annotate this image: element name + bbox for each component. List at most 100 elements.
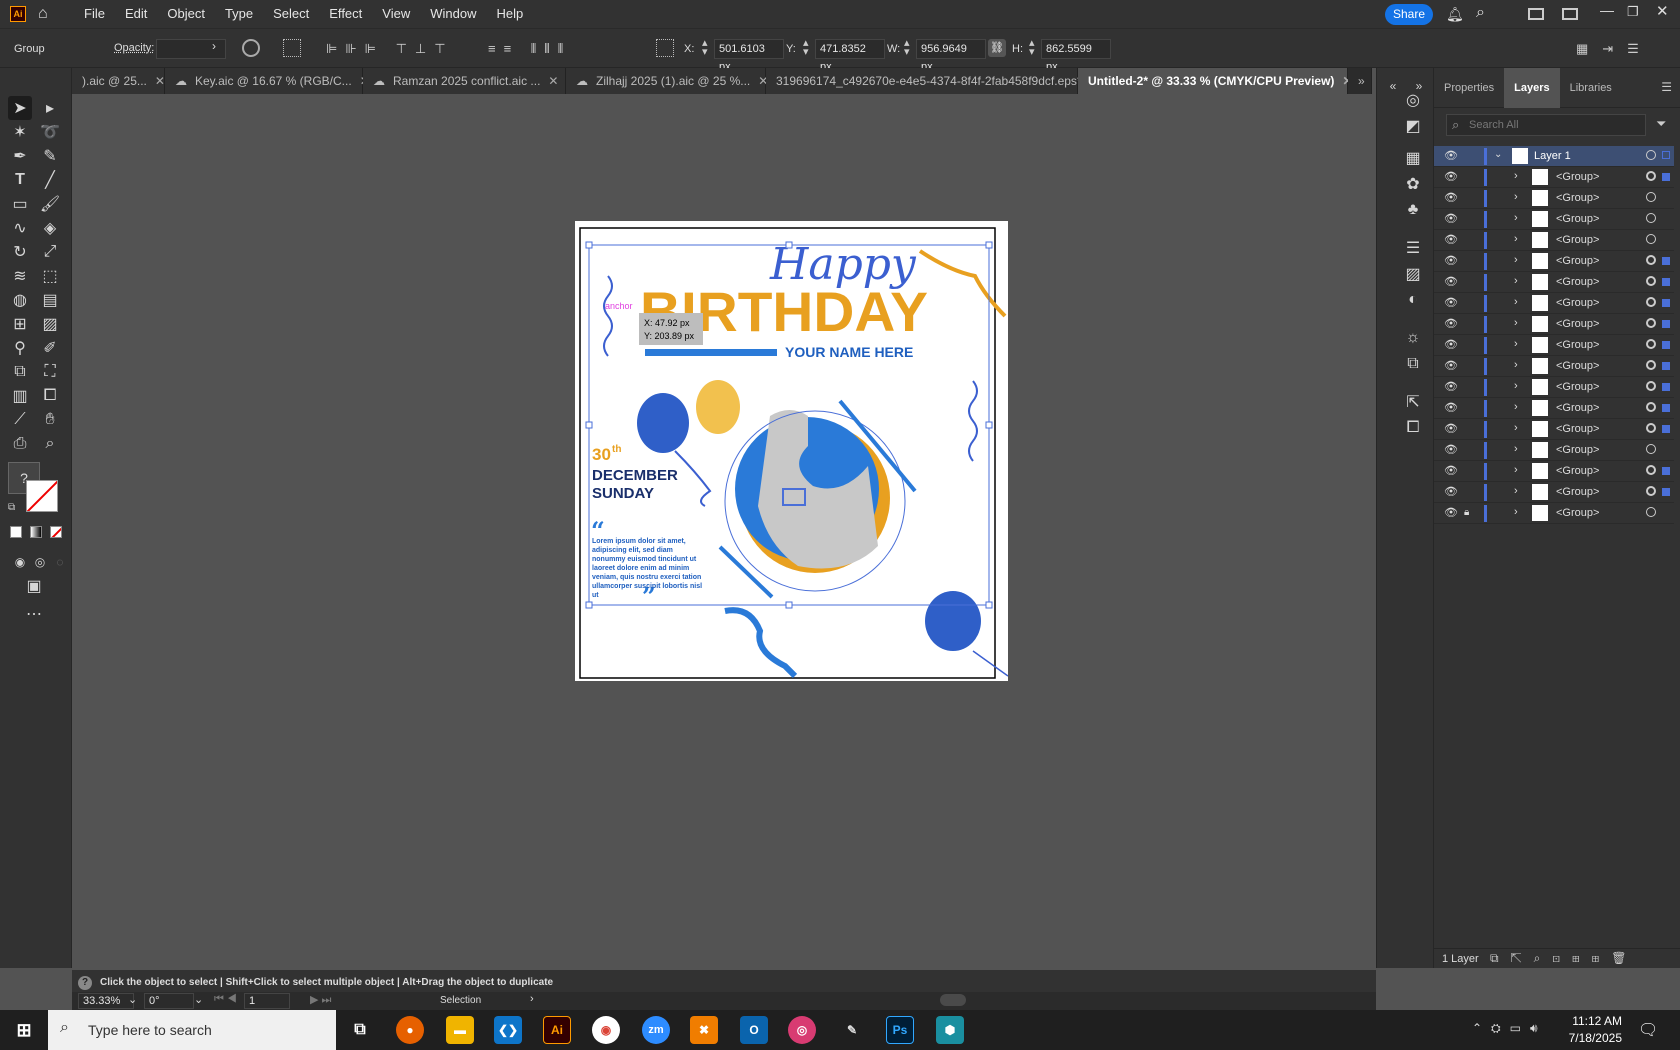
eye-icon[interactable]: 👁︎ [1444, 254, 1458, 267]
draw-inside-icon[interactable]: ◌ [48, 550, 72, 574]
target-icon[interactable] [1646, 318, 1656, 328]
target-icon[interactable] [1646, 213, 1656, 223]
direct-selection-tool-icon[interactable]: ▸ [38, 96, 62, 120]
menu-select[interactable]: Select [263, 0, 319, 28]
selection-indicator-icon[interactable] [1662, 341, 1670, 349]
layer-row-group[interactable]: 👁︎ › <Group> [1434, 377, 1674, 398]
layer-row-group[interactable]: 👁︎ › <Group> [1434, 335, 1674, 356]
layer-row-group[interactable]: 👁︎ › <Group> [1434, 251, 1674, 272]
layer-row-group[interactable]: 👁︎ › <Group> [1434, 419, 1674, 440]
target-icon[interactable] [1646, 255, 1656, 265]
opacity-label[interactable]: Opacity: [114, 42, 154, 54]
group-name[interactable]: <Group> [1556, 381, 1599, 393]
menu-type[interactable]: Type [215, 0, 263, 28]
target-icon[interactable] [1646, 444, 1656, 454]
w-stepper-icon[interactable]: ▴ ▾ [904, 38, 910, 58]
symbol-sprayer-tool-icon[interactable]: ⛶ [38, 360, 62, 384]
rectangle-tool-icon[interactable]: ▭ [8, 192, 32, 216]
creative-cloud-icon[interactable]: ◎ [788, 1016, 816, 1044]
layer-row-group[interactable]: 👁︎ › <Group> [1434, 461, 1674, 482]
notifications-icon[interactable]: 🗨︎ [1638, 1020, 1658, 1040]
layer-row-group[interactable]: 👁︎ › <Group> [1434, 209, 1674, 230]
eye-icon[interactable]: 👁︎ [1444, 233, 1458, 246]
shaper-tool-icon[interactable]: ∿ [8, 216, 32, 240]
photoshop-icon[interactable]: Ps [886, 1016, 914, 1044]
perspective-grid-tool-icon[interactable]: ▤ [38, 288, 62, 312]
group-name[interactable]: <Group> [1556, 339, 1599, 351]
chevron-right-icon[interactable]: › [1514, 380, 1518, 392]
gradient-tool-icon[interactable]: ▨ [38, 312, 62, 336]
layer-row-group[interactable]: 👁︎ › <Group> [1434, 293, 1674, 314]
layer-row-group[interactable]: 👁︎ › <Group> [1434, 188, 1674, 209]
restore-icon[interactable]: ❐ [1627, 4, 1639, 20]
layer-row-group[interactable]: 👁︎ › <Group> [1434, 230, 1674, 251]
status-menu-icon[interactable]: › [530, 993, 534, 1005]
selection-tool-icon[interactable]: ➤ [8, 96, 32, 120]
group-name[interactable]: <Group> [1556, 402, 1599, 414]
selection-indicator-icon[interactable] [1662, 362, 1670, 370]
menu-file[interactable]: File [74, 0, 115, 28]
group-name[interactable]: <Group> [1556, 360, 1599, 372]
illustrator-taskbar-icon[interactable]: Ai [543, 1016, 571, 1044]
menu-window[interactable]: Window [420, 0, 486, 28]
align-buttons-icon[interactable]: ⊫⊪⊫ ⊤⊥⊤ [326, 41, 454, 57]
eye-icon[interactable]: 👁︎ [1444, 212, 1458, 225]
tab-document-5[interactable]: 319696174_c492670e-e4e5-4374-8f4f-2fab45… [766, 68, 1100, 94]
eye-icon[interactable]: 👁︎ [1444, 338, 1458, 351]
artboard-number-field[interactable]: 1 [244, 993, 290, 1009]
eye-icon[interactable]: 👁︎ [1444, 149, 1458, 162]
eye-icon[interactable]: 👁︎ [1444, 317, 1458, 330]
eye-icon[interactable]: 👁︎ [1444, 170, 1458, 183]
selection-indicator-icon[interactable] [1662, 173, 1670, 181]
tab-document-1[interactable]: ).aic @ 25... ✕ [72, 68, 165, 94]
tab-document-active[interactable]: Untitled-2* @ 33.33 % (CMYK/CPU Preview)… [1078, 68, 1353, 94]
windows-start-icon[interactable]: ⊞ [10, 1016, 38, 1044]
tab-document-4[interactable]: ☁ Zilhajj 2025 (1).aic @ 25 %... ✕ [566, 68, 768, 94]
eye-icon[interactable]: 👁︎ [1444, 359, 1458, 372]
tab-layers[interactable]: Layers [1504, 68, 1560, 108]
chevron-right-icon[interactable]: › [1514, 485, 1518, 497]
bell-icon[interactable]: 🔔︎ [1446, 6, 1464, 23]
panel-menu-icon[interactable]: ☰ [1661, 80, 1672, 94]
tab-document-2[interactable]: ☁Key.aic @ 16.67 % (RGB/C...✕ [165, 68, 370, 94]
eye-icon[interactable]: 👁︎ [1444, 443, 1458, 456]
h-stepper-icon[interactable]: ▴ ▾ [1029, 38, 1035, 58]
zoom-app-icon[interactable]: zm [642, 1016, 670, 1044]
selection-indicator-icon[interactable] [1662, 257, 1670, 265]
selection-indicator-icon[interactable] [1662, 383, 1670, 391]
target-icon[interactable] [1646, 297, 1656, 307]
rotate-tool-icon[interactable]: ↻ [8, 240, 32, 264]
group-name[interactable]: <Group> [1556, 465, 1599, 477]
none-mode-icon[interactable] [50, 526, 62, 538]
chevron-down-icon[interactable]: ⌄ [1494, 149, 1502, 160]
close-icon[interactable]: ✕ [1656, 2, 1669, 20]
xampp-icon[interactable]: ✖ [690, 1016, 718, 1044]
target-icon[interactable] [1646, 360, 1656, 370]
group-name[interactable]: <Group> [1556, 318, 1599, 330]
align-to-icon[interactable] [283, 39, 301, 57]
warp-tool-icon[interactable]: ≋ [8, 264, 32, 288]
filter-icon[interactable]: ⏷ [1656, 116, 1666, 132]
layer-row-group[interactable]: 👁︎ › <Group> [1434, 167, 1674, 188]
chevron-down-icon[interactable]: ⌄ [128, 993, 137, 1006]
target-icon[interactable] [1646, 339, 1656, 349]
firefox-icon[interactable]: ● [396, 1016, 424, 1044]
chevron-down-icon[interactable]: ⌄ [194, 993, 203, 1006]
target-icon[interactable] [1646, 465, 1656, 475]
layer-name[interactable]: Layer 1 [1534, 150, 1571, 162]
selection-indicator-icon[interactable] [1662, 404, 1670, 412]
group-name[interactable]: <Group> [1556, 486, 1599, 498]
menu-help[interactable]: Help [486, 0, 533, 28]
group-name[interactable]: <Group> [1556, 297, 1599, 309]
lasso-tool-icon[interactable]: ➰ [38, 120, 62, 144]
opacity-arrow-icon[interactable]: › [212, 39, 216, 53]
type-tool-icon[interactable]: T [8, 168, 32, 192]
help-icon[interactable]: ? [78, 976, 92, 990]
tabs-overflow-icon[interactable]: » [1348, 68, 1372, 94]
home-icon[interactable]: ⌂ [38, 5, 58, 23]
chevron-right-icon[interactable]: › [1514, 317, 1518, 329]
chevron-right-icon[interactable]: › [1514, 233, 1518, 245]
constrain-link-icon[interactable]: ⛓ [988, 39, 1006, 57]
selection-indicator-icon[interactable] [1662, 488, 1670, 496]
appearance-icon[interactable]: ◎ [1401, 88, 1425, 112]
